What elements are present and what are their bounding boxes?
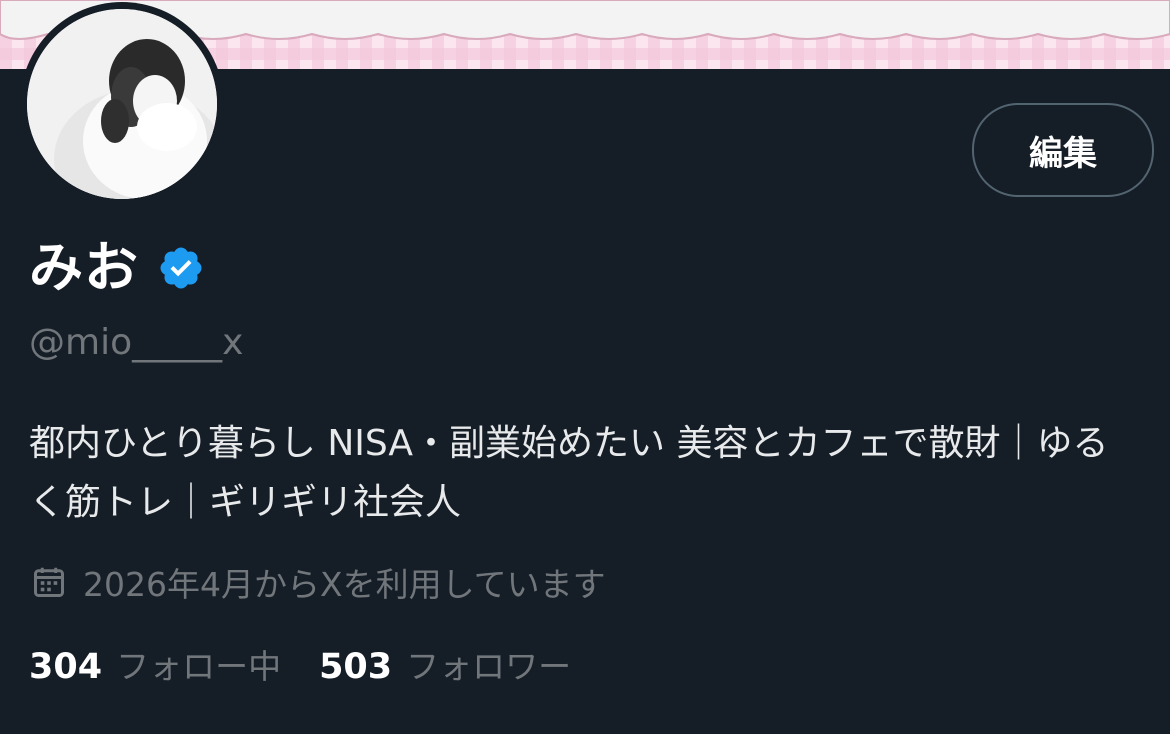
joined-text: 2026年4月からXを利用しています xyxy=(83,565,606,604)
follow-stats: 304 フォロー中 503 フォロワー xyxy=(29,644,571,690)
following-count: 304 xyxy=(29,647,103,687)
edit-profile-button[interactable]: 編集 xyxy=(972,103,1154,197)
verified-badge-icon[interactable] xyxy=(157,244,205,292)
profile-avatar[interactable] xyxy=(20,2,224,206)
followers-count: 503 xyxy=(319,647,393,687)
followers-label: フォロワー xyxy=(406,647,572,686)
calendar-icon xyxy=(31,564,67,600)
name-row: みお xyxy=(29,236,205,300)
joined-date: 2026年4月からXを利用しています xyxy=(31,560,606,604)
profile-bio: 都内ひとり暮らし NISA・副業始めたい 美容とカフェで散財｜ゆるく筋トレ｜ギリ… xyxy=(29,423,1109,523)
display-name: みお xyxy=(29,236,139,299)
following-label: フォロー中 xyxy=(116,647,282,686)
followers-link[interactable]: 503 フォロワー xyxy=(319,644,571,690)
avatar-photo xyxy=(27,9,217,199)
profile-handle: @mio_____x xyxy=(29,322,244,363)
following-link[interactable]: 304 フォロー中 xyxy=(29,644,281,690)
